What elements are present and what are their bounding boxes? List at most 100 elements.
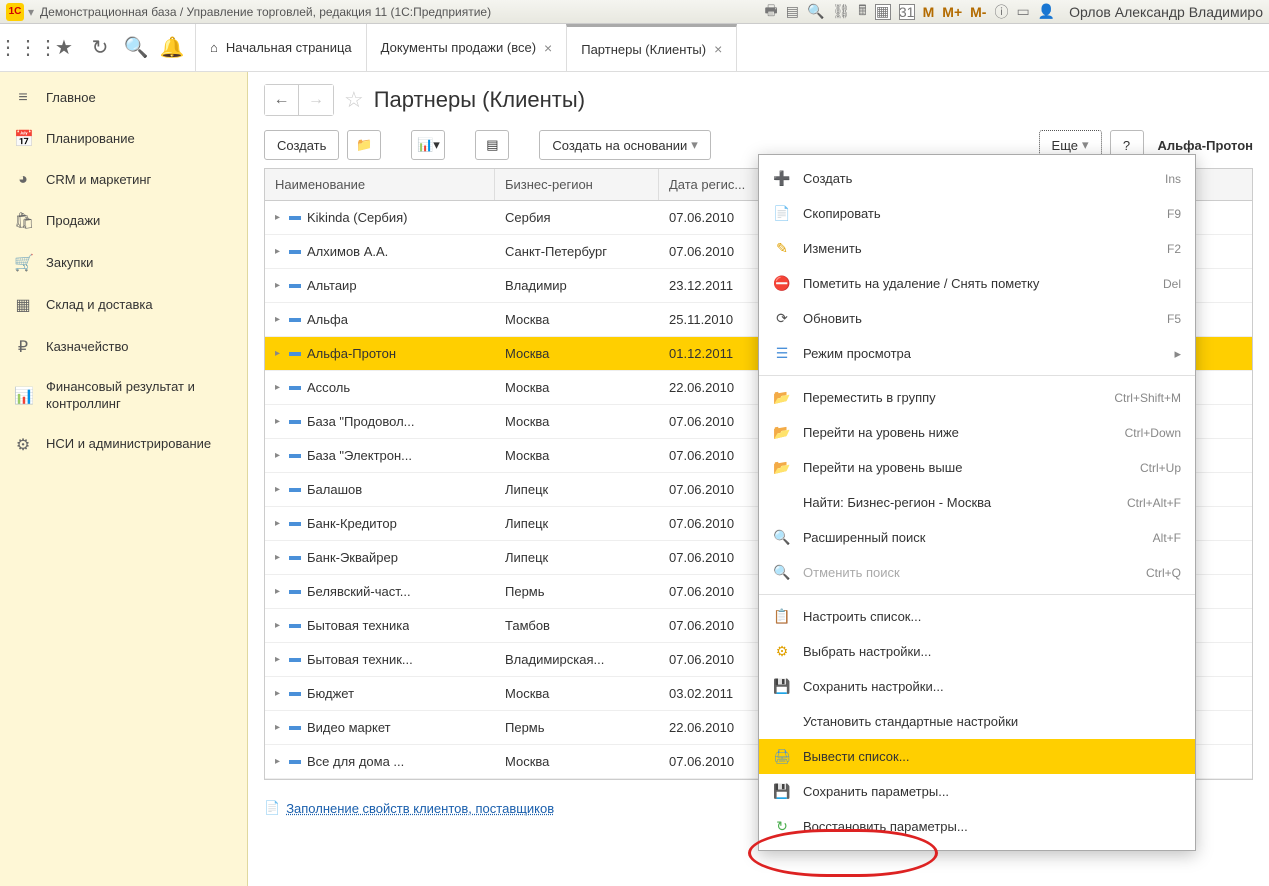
sidebar-item-5[interactable]: ▦Склад и доставка (0, 284, 247, 326)
tab-home[interactable]: ⌂ Начальная страница (195, 24, 367, 71)
row-region: Москва (495, 346, 659, 361)
row-name: Все для дома ... (307, 754, 404, 769)
m-plus-icon[interactable]: M+ (942, 4, 962, 20)
link-icon[interactable]: ⛓ (832, 3, 850, 20)
menu-item-label: Сохранить параметры... (803, 784, 1181, 799)
tree-expand-icon[interactable]: ▸ (275, 484, 283, 495)
row-region: Тамбов (495, 618, 659, 633)
tree-expand-icon[interactable]: ▸ (275, 212, 283, 223)
create-folder-button[interactable]: 📁 (347, 130, 381, 160)
search-icon[interactable]: 🔍 (118, 30, 154, 66)
menu-item-17[interactable]: Установить стандартные настройки (759, 704, 1195, 739)
sidebar-item-4[interactable]: 🛒Закупки (0, 242, 247, 284)
tree-expand-icon[interactable]: ▸ (275, 552, 283, 563)
tree-expand-icon[interactable]: ▸ (275, 416, 283, 427)
menu-item-11[interactable]: 🔍 Расширенный поискAlt+F (759, 520, 1195, 555)
menu-item-label: Установить стандартные настройки (803, 714, 1181, 729)
menu-item-14[interactable]: 📋 Настроить список... (759, 599, 1195, 634)
app-menu-arrow[interactable]: ▾ (28, 5, 34, 19)
menu-item-20[interactable]: ↻ Восстановить параметры... (759, 809, 1195, 844)
menu-item-3[interactable]: ⛔ Пометить на удаление / Снять пометкуDe… (759, 266, 1195, 301)
row-region: Москва (495, 312, 659, 327)
sidebar-item-7[interactable]: 📊Финансовый результат и контроллинг (0, 368, 247, 424)
nav-back-button[interactable]: ← (265, 85, 299, 115)
menu-item-2[interactable]: ✎ ИзменитьF2 (759, 231, 1195, 266)
menu-item-0[interactable]: ➕ СоздатьIns (759, 161, 1195, 196)
sidebar-item-icon: 🛒 (14, 253, 32, 273)
bell-icon[interactable]: 🔔 (154, 30, 190, 66)
row-name: Kikinda (Сербия) (307, 210, 408, 225)
row-name: Белявский-част... (307, 584, 411, 599)
tab-partners[interactable]: Партнеры (Клиенты) × (566, 24, 737, 71)
star-icon[interactable]: ☆ (344, 87, 364, 113)
nav-forward-button[interactable]: → (299, 85, 333, 115)
row-region: Москва (495, 448, 659, 463)
menu-item-icon: ⛔ (773, 275, 791, 292)
user-name[interactable]: Орлов Александр Владимиро (1069, 4, 1263, 20)
col-region[interactable]: Бизнес-регион (495, 169, 659, 200)
tab-sales-docs[interactable]: Документы продажи (все) × (366, 24, 568, 71)
sidebar-item-8[interactable]: ⚙НСИ и администрирование (0, 424, 247, 466)
m-icon[interactable]: M (923, 4, 935, 20)
history-icon[interactable]: ↻ (82, 30, 118, 66)
menu-item-label: Настроить список... (803, 609, 1181, 624)
tree-expand-icon[interactable]: ▸ (275, 688, 283, 699)
tree-expand-icon[interactable]: ▸ (275, 518, 283, 529)
sidebar-item-6[interactable]: ₽Казначейство (0, 326, 247, 368)
reports-button[interactable]: 📊▾ (411, 130, 445, 160)
tree-expand-icon[interactable]: ▸ (275, 348, 283, 359)
calc-icon[interactable]: 🖩 (858, 0, 866, 24)
col-name[interactable]: Наименование (265, 169, 495, 200)
menu-item-10[interactable]: Найти: Бизнес-регион - МоскваCtrl+Alt+F (759, 485, 1195, 520)
close-icon[interactable]: × (714, 41, 722, 57)
menu-shortcut: Alt+F (1153, 531, 1181, 545)
fill-properties-link[interactable]: Заполнение свойств клиентов, поставщиков (286, 801, 554, 816)
row-name: Альфа (307, 312, 348, 327)
sidebar-item-0[interactable]: ≡Главное (0, 78, 247, 118)
tree-expand-icon[interactable]: ▸ (275, 756, 283, 767)
search-icon[interactable]: 🔍 (807, 3, 824, 20)
menu-item-icon: ☰ (773, 345, 791, 362)
top-toolbar: ⋮⋮⋮ ★ ↻ 🔍 🔔 ⌂ Начальная страница Докумен… (0, 24, 1269, 72)
menu-item-1[interactable]: 📄 СкопироватьF9 (759, 196, 1195, 231)
page-title: Партнеры (Клиенты) (374, 87, 585, 113)
calendar-31-icon[interactable]: 31 (899, 4, 915, 20)
menu-item-16[interactable]: 💾 Сохранить настройки... (759, 669, 1195, 704)
apps-icon[interactable]: ⋮⋮⋮ (10, 30, 46, 66)
tree-expand-icon[interactable]: ▸ (275, 280, 283, 291)
favorite-icon[interactable]: ★ (46, 30, 82, 66)
menu-item-4[interactable]: ⟳ ОбновитьF5 (759, 301, 1195, 336)
info-icon[interactable]: ⓘ (994, 2, 1008, 22)
doc-icon[interactable]: ▤ (786, 3, 799, 20)
sidebar-item-3[interactable]: 🛍Продажи (0, 200, 247, 242)
tree-expand-icon[interactable]: ▸ (275, 586, 283, 597)
row-icon (289, 590, 301, 594)
close-icon[interactable]: × (544, 40, 552, 56)
window-icon[interactable]: ▭ (1016, 3, 1029, 20)
menu-item-15[interactable]: ⚙ Выбрать настройки... (759, 634, 1195, 669)
create-based-button[interactable]: Создать на основании ▾ (539, 130, 710, 160)
sidebar-item-label: CRM и маркетинг (46, 172, 151, 189)
create-button[interactable]: Создать (264, 130, 339, 160)
m-minus-icon[interactable]: M- (970, 4, 986, 20)
tree-expand-icon[interactable]: ▸ (275, 620, 283, 631)
menu-item-5[interactable]: ☰ Режим просмотра▸ (759, 336, 1195, 371)
menu-item-19[interactable]: 💾 Сохранить параметры... (759, 774, 1195, 809)
tree-expand-icon[interactable]: ▸ (275, 246, 283, 257)
print-icon[interactable]: 🖶 (765, 0, 778, 24)
tree-expand-icon[interactable]: ▸ (275, 314, 283, 325)
tree-expand-icon[interactable]: ▸ (275, 450, 283, 461)
menu-item-9[interactable]: 📂 Перейти на уровень вышеCtrl+Up (759, 450, 1195, 485)
menu-item-8[interactable]: 📂 Перейти на уровень нижеCtrl+Down (759, 415, 1195, 450)
tree-expand-icon[interactable]: ▸ (275, 654, 283, 665)
menu-item-18[interactable]: 🖨 Вывести список... (759, 739, 1195, 774)
calendar-icon[interactable]: ▦ (875, 4, 891, 20)
tree-expand-icon[interactable]: ▸ (275, 722, 283, 733)
sidebar-item-2[interactable]: ◕CRM и маркетинг (0, 160, 247, 200)
list-button[interactable]: ▤ (475, 130, 509, 160)
menu-item-label: Обновить (803, 311, 1155, 326)
tree-expand-icon[interactable]: ▸ (275, 382, 283, 393)
menu-separator (759, 594, 1195, 595)
sidebar-item-1[interactable]: 📅Планирование (0, 118, 247, 160)
menu-item-7[interactable]: 📂 Переместить в группуCtrl+Shift+M (759, 380, 1195, 415)
